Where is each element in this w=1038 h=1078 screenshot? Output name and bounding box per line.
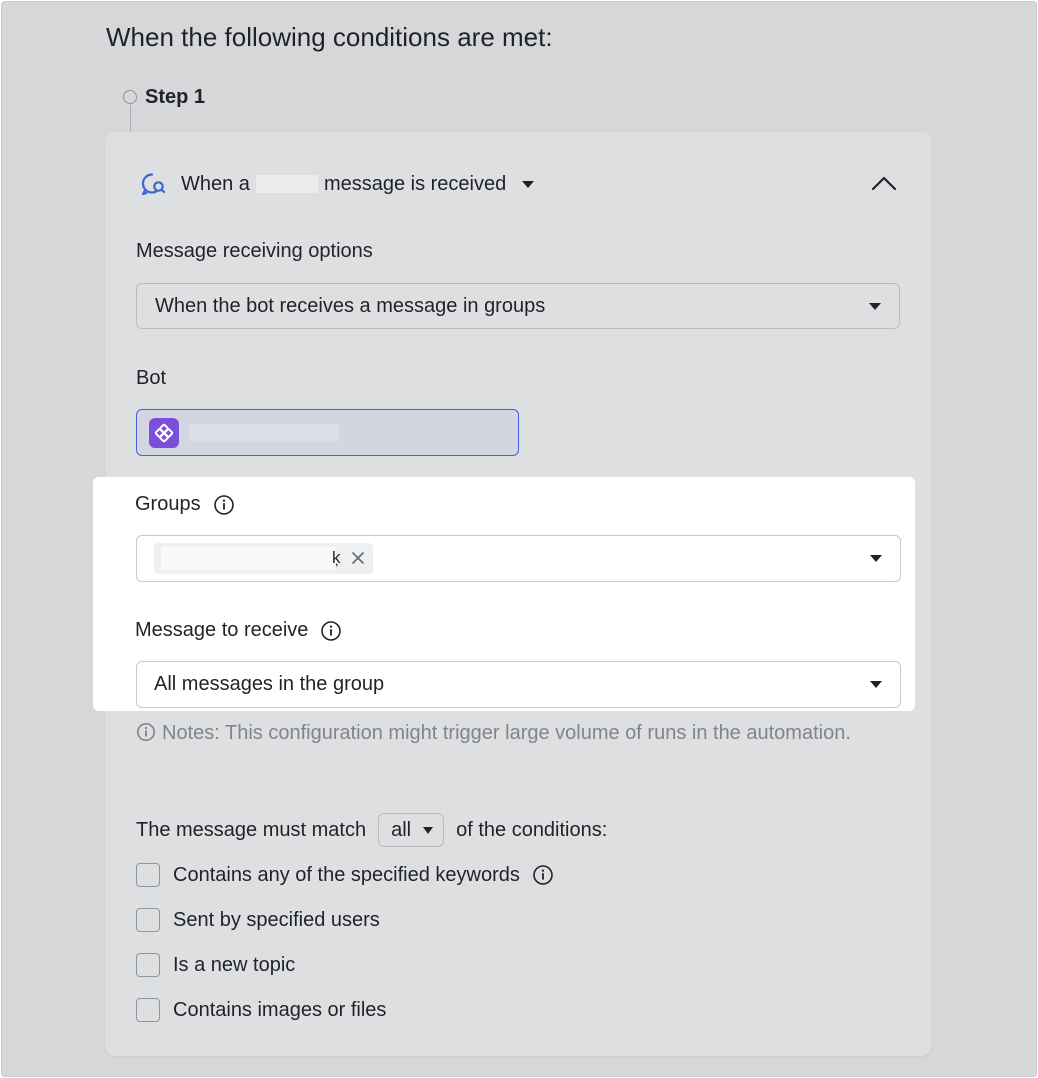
checkbox[interactable]	[136, 863, 160, 887]
match-row: The message must match all of the condit…	[136, 813, 607, 847]
caret-down-icon	[869, 303, 881, 310]
redacted-group-name	[161, 547, 336, 570]
chevron-up-icon[interactable]	[871, 174, 897, 192]
condition-label: Sent by specified users	[173, 908, 380, 931]
trigger-suffix: message is received	[323, 172, 507, 195]
condition-specified-users[interactable]: Sent by specified users	[136, 908, 380, 932]
condition-keywords[interactable]: Contains any of the specified keywords	[136, 863, 554, 887]
checkbox[interactable]	[136, 908, 160, 932]
condition-new-topic[interactable]: Is a new topic	[136, 953, 295, 977]
step-label: Step 1	[145, 86, 206, 108]
info-icon[interactable]	[213, 494, 235, 516]
bot-label: Bot	[136, 367, 167, 389]
groups-label-row: Groups	[135, 493, 235, 516]
checkbox[interactable]	[136, 953, 160, 977]
condition-label: Contains any of the specified keywords	[173, 863, 520, 886]
info-icon[interactable]	[532, 864, 554, 886]
match-mode-select[interactable]: all	[378, 813, 445, 847]
trigger-selector[interactable]: When a message is received	[139, 170, 535, 198]
match-suffix: of the conditions:	[456, 818, 608, 841]
group-chip[interactable]: ķ	[154, 543, 373, 574]
close-icon[interactable]	[351, 551, 365, 565]
match-mode-value: all	[391, 818, 412, 841]
redacted-bot-name	[189, 424, 339, 442]
message-receiving-label: Message receiving options	[136, 240, 373, 262]
condition-label: Is a new topic	[173, 953, 296, 976]
page-title: When the following conditions are met:	[106, 22, 553, 52]
groups-select[interactable]: ķ	[136, 535, 901, 582]
notes-text: Notes: This configuration might trigger …	[136, 717, 856, 750]
bot-app-icon	[149, 418, 179, 448]
message-search-icon	[141, 173, 166, 196]
chip-suffix: ķ	[332, 548, 341, 567]
groups-label: Groups	[135, 493, 201, 515]
caret-down-icon	[423, 826, 434, 834]
caret-down-icon	[870, 681, 882, 688]
step-indicator-icon	[123, 90, 137, 104]
checkbox[interactable]	[136, 998, 160, 1022]
bot-logo-glyph	[154, 423, 174, 443]
message-receiving-select[interactable]: When the bot receives a message in group…	[136, 283, 900, 329]
message-to-receive-label-row: Message to receive	[135, 619, 342, 642]
match-prefix: The message must match	[136, 818, 367, 841]
message-to-receive-select[interactable]: All messages in the group	[136, 661, 901, 708]
info-icon	[137, 723, 155, 741]
caret-down-icon	[522, 180, 535, 188]
bot-select[interactable]	[136, 409, 519, 456]
info-icon[interactable]	[320, 620, 342, 642]
condition-images-files[interactable]: Contains images or files	[136, 998, 386, 1022]
notes-content: Notes: This configuration might trigger …	[162, 722, 851, 744]
step-connector	[130, 105, 131, 135]
condition-label: Contains images or files	[173, 998, 387, 1021]
message-to-receive-label: Message to receive	[135, 619, 309, 641]
trigger-prefix: When a	[181, 172, 250, 195]
page-frame: When the following conditions are met: S…	[1, 1, 1037, 1077]
message-receiving-value: When the bot receives a message in group…	[155, 294, 546, 317]
message-to-receive-value: All messages in the group	[154, 673, 385, 695]
caret-down-icon	[870, 555, 882, 562]
redacted-text	[255, 175, 318, 193]
